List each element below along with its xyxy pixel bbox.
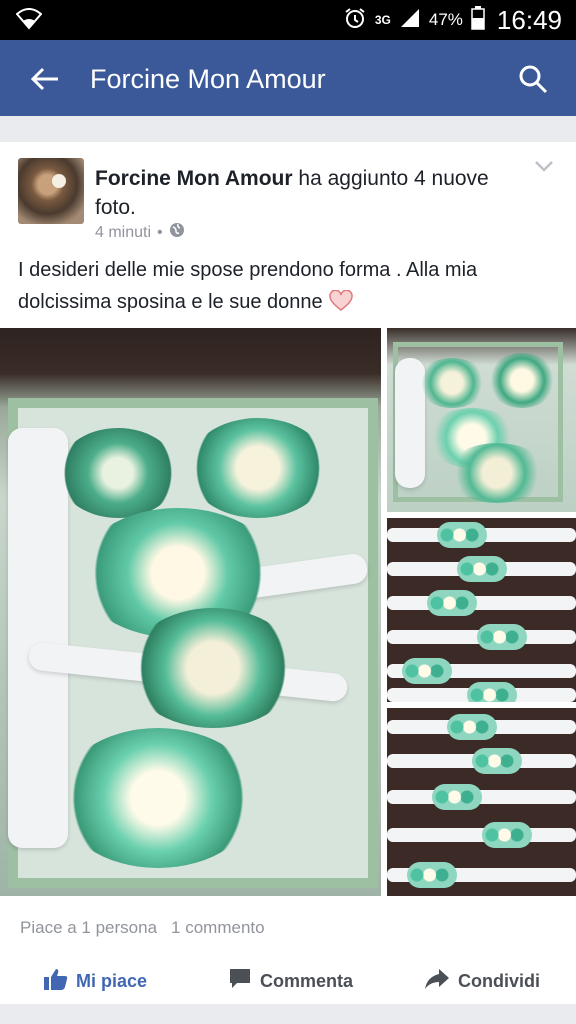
photo-thumb-2[interactable] <box>387 518 576 702</box>
comment-label: Commenta <box>260 970 354 991</box>
post-meta: 4 minuti • <box>95 222 185 243</box>
share-icon <box>424 968 450 995</box>
battery-icon <box>471 5 485 35</box>
comment-icon <box>228 968 252 995</box>
battery-percent: 47% <box>428 10 463 29</box>
author-name[interactable]: Forcine Mon Amour <box>95 167 293 190</box>
avatar[interactable] <box>18 158 84 224</box>
like-button[interactable]: Mi piace <box>44 968 147 995</box>
clock: 16:49 <box>496 4 562 35</box>
comments-count[interactable]: 1 commento <box>171 918 265 938</box>
app-bar: Forcine Mon Amour <box>0 40 576 116</box>
thumbs-up-icon <box>44 968 68 995</box>
likes-count[interactable]: Piace a 1 persona <box>20 918 157 938</box>
photo-main[interactable] <box>0 328 381 896</box>
like-label: Mi piace <box>76 970 148 991</box>
post-body: I desideri delle mie spose prendono form… <box>18 259 478 313</box>
alarm-icon <box>343 6 367 35</box>
timestamp[interactable]: 4 minuti <box>95 224 151 242</box>
post-card: Forcine Mon Amour ha aggiunto 4 nuove fo… <box>0 142 576 1004</box>
status-bar: 3G 47% 16:49 <box>0 0 576 40</box>
photo-box <box>8 398 378 888</box>
share-label: Condividi <box>458 970 540 991</box>
wifi-icon <box>15 8 43 35</box>
globe-icon <box>169 222 185 243</box>
share-button[interactable]: Condividi <box>424 968 540 995</box>
photo-thumb-1[interactable] <box>387 328 576 512</box>
back-arrow-icon[interactable] <box>30 66 60 97</box>
search-icon[interactable] <box>518 64 548 99</box>
page-title: Forcine Mon Amour <box>90 64 326 94</box>
comment-button[interactable]: Commenta <box>228 968 353 995</box>
action-bar: Mi piace Commenta Condividi <box>0 958 576 1004</box>
heart-icon <box>328 289 353 322</box>
post-text: I desideri delle mie spose prendono form… <box>18 254 558 322</box>
network-type: 3G <box>374 12 391 27</box>
post-stats: Piace a 1 persona 1 commento <box>20 918 265 938</box>
post-header: Forcine Mon Amour ha aggiunto 4 nuove fo… <box>95 164 495 222</box>
signal-icon <box>399 7 421 34</box>
chevron-down-icon[interactable] <box>534 160 554 179</box>
meta-separator: • <box>157 223 163 241</box>
photo-thumb-3[interactable] <box>387 708 576 896</box>
